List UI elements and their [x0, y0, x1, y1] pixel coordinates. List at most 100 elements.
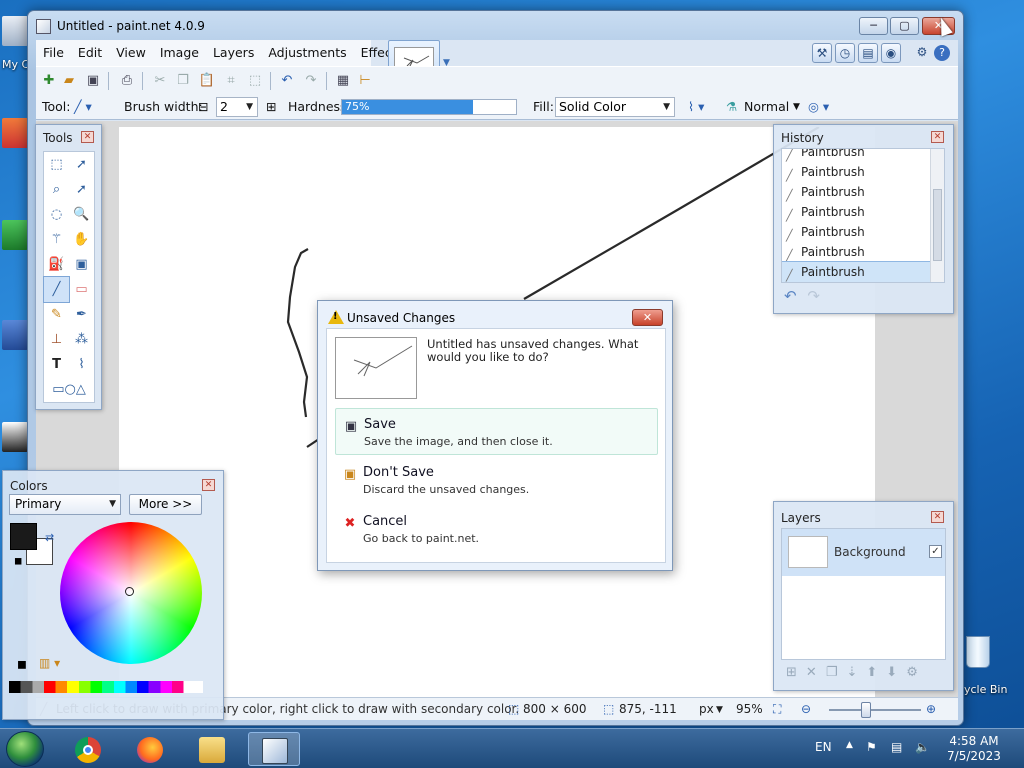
- open-file-icon[interactable]: ▰: [60, 72, 78, 90]
- history-item[interactable]: ╱ Paintbrush: [782, 242, 944, 262]
- menu-edit[interactable]: Edit: [71, 40, 109, 66]
- grid-icon[interactable]: ▦: [334, 72, 352, 90]
- palette-menu-icon[interactable]: ▥ ▾: [39, 656, 60, 670]
- menu-view[interactable]: View: [109, 40, 153, 66]
- paste-icon[interactable]: 📋: [198, 72, 216, 90]
- minimize-button[interactable]: ─: [859, 17, 888, 35]
- colors-window-toggle-icon[interactable]: ◉: [881, 43, 901, 63]
- tools-window-toggle-icon[interactable]: ⚒: [812, 43, 832, 63]
- paintbrush-icon[interactable]: ╱: [43, 276, 70, 303]
- pan-icon[interactable]: ✋: [69, 227, 94, 252]
- crop-to-selection-icon[interactable]: ⌗: [222, 72, 240, 90]
- duplicate-layer-icon[interactable]: ❐: [826, 665, 847, 680]
- maximize-button[interactable]: ▢: [890, 17, 919, 35]
- recolor-icon[interactable]: ⁂: [69, 327, 94, 352]
- desktop-icon-2[interactable]: [0, 220, 30, 250]
- colors-panel-close-icon[interactable]: ✕: [202, 479, 215, 491]
- shapes-icon[interactable]: ▭○△: [44, 377, 94, 402]
- more-colors-button[interactable]: More >>: [129, 494, 202, 515]
- cut-icon[interactable]: ✂: [151, 72, 169, 90]
- desktop-icon-3[interactable]: [0, 320, 30, 350]
- color-mode-dropdown[interactable]: Primary ▼: [9, 494, 121, 515]
- taskbar-file-explorer[interactable]: [186, 732, 238, 766]
- dialog-save-option[interactable]: ▣ Save Save the image, and then close it…: [335, 408, 658, 455]
- redo-icon[interactable]: ↷: [302, 72, 320, 90]
- zoom-slider-track[interactable]: [829, 709, 921, 711]
- move-selection-icon[interactable]: ➚: [69, 152, 94, 177]
- magic-wand-icon[interactable]: ⚚: [44, 227, 69, 252]
- menu-image[interactable]: Image: [153, 40, 206, 66]
- layer-visibility-checkbox[interactable]: ✓: [929, 545, 942, 558]
- palette-add-icon[interactable]: ◼: [17, 657, 27, 671]
- brush-width-increase-icon[interactable]: ⊞: [266, 99, 276, 115]
- history-panel-close-icon[interactable]: ✕: [931, 131, 944, 143]
- settings-gear-icon[interactable]: ⚙: [912, 43, 932, 63]
- layers-panel-close-icon[interactable]: ✕: [931, 511, 944, 523]
- paint-bucket-icon[interactable]: ⛽: [44, 252, 69, 277]
- merge-layer-icon[interactable]: ⇣: [846, 665, 866, 680]
- zoom-icon[interactable]: 🔍: [69, 202, 94, 227]
- brush-width-decrease-icon[interactable]: ⊟: [198, 99, 208, 115]
- color-wheel-cursor[interactable]: [125, 587, 134, 596]
- rulers-icon[interactable]: ⊢: [356, 72, 374, 90]
- volume-icon[interactable]: 🔈: [915, 740, 930, 754]
- desktop-icon-4[interactable]: [0, 422, 30, 452]
- blend-mode-chevron-icon[interactable]: ▼: [793, 99, 800, 115]
- clock[interactable]: 4:58 AM 7/5/2023: [946, 734, 1002, 764]
- taskbar-firefox[interactable]: [124, 732, 176, 766]
- taskbar-paintnet[interactable]: [248, 732, 300, 766]
- history-redo-icon[interactable]: ↷: [807, 287, 820, 305]
- action-center-icon[interactable]: ⚑: [866, 740, 877, 754]
- add-layer-icon[interactable]: ⊞: [786, 665, 806, 680]
- history-item[interactable]: ╱ Paintbrush: [782, 202, 944, 222]
- history-item-selected[interactable]: ╱ Paintbrush: [782, 261, 944, 282]
- current-tool-brush-icon[interactable]: ╱ ▾: [74, 99, 92, 115]
- zoom-value[interactable]: 95%: [736, 702, 763, 716]
- layer-properties-icon[interactable]: ⚙: [906, 665, 927, 680]
- menu-layers[interactable]: Layers: [206, 40, 261, 66]
- eraser-icon[interactable]: ▭: [69, 277, 94, 302]
- clone-stamp-icon[interactable]: ⊥: [44, 327, 69, 352]
- move-layer-up-icon[interactable]: ⬆: [866, 665, 886, 680]
- fill-dropdown[interactable]: Solid Color ▼: [555, 97, 675, 117]
- taskbar-chrome[interactable]: [62, 732, 114, 766]
- history-scrollbar[interactable]: [930, 149, 944, 282]
- dialog-cancel-option[interactable]: ✖ Cancel Go back to paint.net.: [335, 506, 658, 553]
- rectangle-select-icon[interactable]: ⬚: [44, 152, 69, 177]
- history-undo-icon[interactable]: ↶: [784, 287, 797, 305]
- recycle-bin-icon[interactable]: [962, 632, 994, 676]
- layers-window-toggle-icon[interactable]: ▤: [858, 43, 878, 63]
- gradient-icon[interactable]: ▣: [69, 252, 94, 277]
- dialog-close-button[interactable]: ✕: [632, 309, 663, 326]
- undo-icon[interactable]: ↶: [278, 72, 296, 90]
- zoom-to-window-icon[interactable]: ⛶: [773, 702, 781, 717]
- layer-row[interactable]: Background ✓: [782, 529, 945, 576]
- help-icon[interactable]: ?: [934, 45, 950, 61]
- zoom-out-icon[interactable]: ⊖: [801, 702, 811, 716]
- delete-layer-icon[interactable]: ✕: [806, 665, 826, 680]
- color-palette[interactable]: [9, 681, 203, 693]
- menu-file[interactable]: File: [36, 40, 71, 66]
- tools-panel-close-icon[interactable]: ✕: [81, 131, 94, 143]
- units[interactable]: px: [699, 702, 714, 716]
- start-button[interactable]: [6, 731, 44, 767]
- history-window-toggle-icon[interactable]: ◷: [835, 43, 855, 63]
- pencil-icon[interactable]: ✎: [44, 302, 69, 327]
- deselect-icon[interactable]: ⬚: [246, 72, 264, 90]
- swap-colors-icon[interactable]: ⇄: [45, 531, 54, 544]
- save-icon[interactable]: ▣: [84, 72, 102, 90]
- dialog-dont-save-option[interactable]: ▣ Don't Save Discard the unsaved changes…: [335, 457, 658, 504]
- text-icon[interactable]: T: [44, 352, 69, 377]
- blend-mode-value[interactable]: Normal: [744, 99, 789, 115]
- scrollbar-thumb[interactable]: [933, 189, 942, 261]
- move-selected-icon[interactable]: ➚: [69, 177, 94, 202]
- antialiasing-icon[interactable]: ⌇ ▾: [688, 99, 704, 115]
- new-image-icon[interactable]: ✚: [40, 72, 58, 90]
- reset-colors-icon[interactable]: ◼: [14, 556, 22, 567]
- brush-width-field[interactable]: 2 ▼: [216, 97, 258, 117]
- zoom-slider-thumb[interactable]: [861, 702, 871, 718]
- history-item[interactable]: ╱ Paintbrush: [782, 182, 944, 202]
- desktop-icon-computer[interactable]: [0, 16, 30, 46]
- network-icon[interactable]: ▤: [891, 740, 902, 754]
- tray-overflow-icon[interactable]: ▲: [846, 740, 853, 750]
